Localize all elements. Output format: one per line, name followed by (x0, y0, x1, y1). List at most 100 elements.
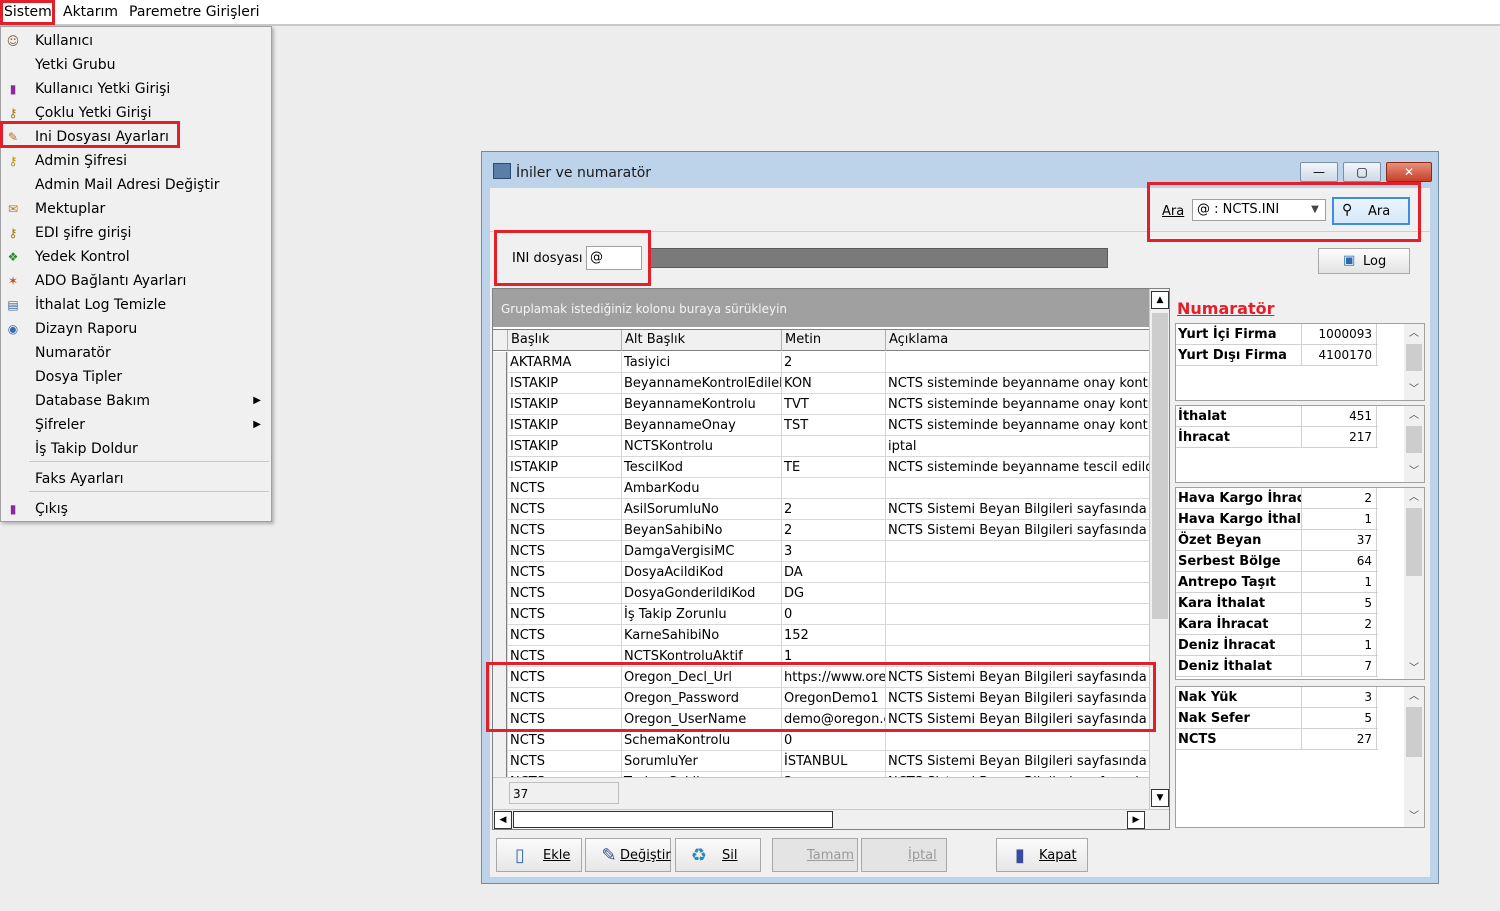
column-aciklama[interactable]: Açıklama (885, 330, 1149, 351)
numarator-scroll-thumb[interactable] (1406, 508, 1422, 576)
numarator-row[interactable]: NCTS 27 (1176, 729, 1378, 750)
table-cell[interactable]: KON (781, 373, 885, 394)
table-cell[interactable]: DG (781, 583, 885, 604)
numarator-value[interactable]: 451 (1304, 406, 1376, 427)
row-indicator[interactable] (493, 604, 507, 625)
numarator-scrollbar[interactable]: ︿ ﹀ (1404, 488, 1424, 679)
table-cell[interactable]: NCTS Sistemi Beyan Bilgileri sayfasında … (885, 709, 1149, 730)
table-cell[interactable]: NCTS (507, 709, 621, 730)
table-cell[interactable] (885, 625, 1149, 646)
scroll-left-icon[interactable]: ◀ (494, 811, 512, 829)
ini-search-combo[interactable]: @ : NCTS.INI ▼ (1192, 199, 1326, 221)
table-cell[interactable]: 0 (781, 604, 885, 625)
table-row[interactable]: AKTARMA Tasiyici 2 (493, 352, 1149, 373)
table-cell[interactable]: NCTS sisteminde beyanname tescil edildiğ… (885, 457, 1149, 478)
table-cell[interactable]: DA (781, 562, 885, 583)
table-cell[interactable] (885, 730, 1149, 751)
numarator-scrollbar[interactable]: ︿ ﹀ (1404, 324, 1424, 400)
table-cell[interactable]: NCTS (507, 520, 621, 541)
close-button[interactable]: ▮ Kapat (996, 838, 1088, 872)
table-cell[interactable] (885, 352, 1149, 373)
numarator-value[interactable]: 1 (1304, 572, 1376, 593)
table-cell[interactable] (885, 478, 1149, 499)
table-row[interactable]: ISTAKIP BeyannameKontrolu TVT NCTS sistemin… (493, 394, 1149, 415)
table-row[interactable]: NCTS NCTSKontroluAktif 1 (493, 646, 1149, 667)
table-cell[interactable]: NCTS sisteminde beyanname onay kontrol b (885, 373, 1149, 394)
menu-item[interactable]: ⚷ Çoklu Yetki Girişi (1, 101, 271, 125)
table-cell[interactable] (885, 646, 1149, 667)
column-alt-baslik[interactable]: Alt Başlık (621, 330, 781, 351)
table-cell[interactable]: NCTS (507, 604, 621, 625)
table-cell[interactable]: NCTS (507, 625, 621, 646)
maximize-button[interactable]: ▢ (1343, 162, 1381, 182)
row-indicator[interactable] (493, 436, 507, 457)
table-cell[interactable]: İSTANBUL (781, 751, 885, 772)
table-cell[interactable]: BeyannameOnay (621, 415, 781, 436)
table-cell[interactable]: iptal (885, 436, 1149, 457)
table-cell[interactable]: NCTS Sistemi Beyan Bilgileri sayfasında … (885, 499, 1149, 520)
numarator-row[interactable]: Kara İhracat 2 (1176, 614, 1378, 635)
table-row[interactable]: NCTS DamgaVergisiMC 3 (493, 541, 1149, 562)
row-indicator[interactable] (493, 457, 507, 478)
table-cell[interactable]: NCTS Sistemi Beyan Bilgileri sayfasında … (885, 520, 1149, 541)
row-indicator[interactable] (493, 688, 507, 709)
menu-item[interactable]: Yetki Grubu (1, 53, 271, 77)
table-cell[interactable]: DamgaVergisiMC (621, 541, 781, 562)
menu-item[interactable]: Faks Ayarları (1, 467, 271, 491)
table-row[interactable]: NCTS DosyaGonderildiKod DG (493, 583, 1149, 604)
add-button[interactable]: ▯ Ekle (496, 838, 582, 872)
table-cell[interactable] (885, 541, 1149, 562)
table-cell[interactable]: BeyannameKontrolu (621, 394, 781, 415)
delete-button[interactable]: ♻ Sil (675, 838, 761, 872)
table-cell[interactable]: TescilKod (621, 457, 781, 478)
numarator-value[interactable]: 3 (1304, 687, 1376, 708)
table-cell[interactable] (781, 436, 885, 457)
table-row[interactable]: NCTS Oregon_Password OregonDemo1 NCTS Siste… (493, 688, 1149, 709)
table-cell[interactable] (781, 478, 885, 499)
numarator-row[interactable]: Yurt Dışı Firma 4100170 (1176, 345, 1378, 366)
numarator-value[interactable]: 2 (1304, 488, 1376, 509)
scroll-down-icon[interactable]: ﹀ (1404, 382, 1424, 398)
scroll-down-icon[interactable]: ﹀ (1404, 464, 1424, 480)
grid-hscroll-thumb[interactable] (513, 811, 833, 828)
table-cell[interactable]: NCTSKontrolu (621, 436, 781, 457)
table-cell[interactable]: Oregon_Password (621, 688, 781, 709)
row-indicator[interactable] (493, 415, 507, 436)
numarator-value[interactable]: 5 (1304, 593, 1376, 614)
table-cell[interactable]: 2 (781, 352, 885, 373)
chevron-down-icon[interactable]: ▼ (1305, 200, 1325, 220)
table-cell[interactable]: DosyaGonderildiKod (621, 583, 781, 604)
group-by-panel[interactable]: Gruplamak istediğiniz kolonu buraya sürü… (493, 289, 1149, 327)
numarator-value[interactable]: 1 (1304, 509, 1376, 530)
table-cell[interactable]: ISTAKIP (507, 457, 621, 478)
row-indicator[interactable] (493, 499, 507, 520)
menu-item[interactable]: ✉ Mektuplar (1, 197, 271, 221)
numarator-row[interactable]: Kara İthalat 5 (1176, 593, 1378, 614)
menu-item[interactable]: ▤ İthalat Log Temizle (1, 293, 271, 317)
numarator-row[interactable]: Serbest Bölge 64 (1176, 551, 1378, 572)
table-cell[interactable] (885, 604, 1149, 625)
grid-vertical-scrollbar[interactable]: ▲ ▼ (1149, 289, 1169, 809)
scroll-down-icon[interactable]: ▼ (1151, 789, 1169, 807)
row-indicator[interactable] (493, 373, 507, 394)
menu-item[interactable]: Şifreler ▶ (1, 413, 271, 437)
menu-item[interactable]: ⚷ Admin Şifresi (1, 149, 271, 173)
grid-horizontal-scrollbar[interactable]: ◀ ▶ (493, 809, 1169, 829)
menu-aktarim[interactable]: Aktarım (59, 3, 122, 23)
scroll-up-icon[interactable]: ︿ (1404, 490, 1424, 506)
table-cell[interactable]: OregonDemo1 (781, 688, 885, 709)
numarator-scrollbar[interactable]: ︿ ﹀ (1404, 406, 1424, 482)
row-indicator[interactable] (493, 394, 507, 415)
row-indicator[interactable] (493, 625, 507, 646)
menu-item[interactable]: ▮ Çıkış (1, 497, 271, 521)
numarator-row[interactable]: Özet Beyan 37 (1176, 530, 1378, 551)
table-cell[interactable]: 1 (781, 646, 885, 667)
table-cell[interactable]: 152 (781, 625, 885, 646)
row-indicator[interactable] (493, 730, 507, 751)
numarator-row[interactable]: İthalat 451 (1176, 406, 1378, 427)
table-cell[interactable]: 3 (781, 541, 885, 562)
table-cell[interactable]: NCTS (507, 478, 621, 499)
menu-item[interactable]: ✎ Ini Dosyası Ayarları (1, 125, 271, 149)
table-cell[interactable]: ISTAKIP (507, 373, 621, 394)
ini-file-input[interactable]: @ (586, 246, 642, 270)
